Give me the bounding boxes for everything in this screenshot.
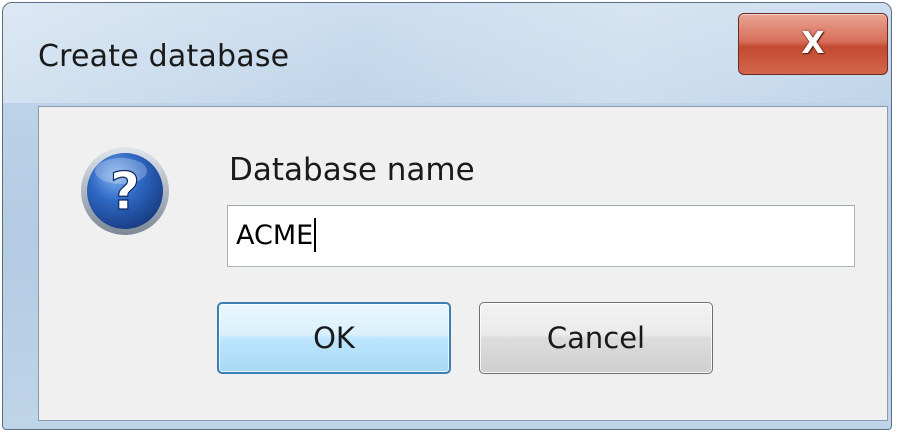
- close-icon: X: [801, 26, 825, 61]
- ok-button-label: OK: [313, 321, 355, 355]
- create-database-dialog: Create database X ? Database name ACME O…: [2, 2, 892, 430]
- question-icon: ?: [81, 147, 169, 235]
- dialog-body: ? Database name ACME OK Cancel: [38, 106, 888, 421]
- database-name-label: Database name: [229, 152, 475, 188]
- title-bar[interactable]: Create database X: [3, 3, 891, 103]
- close-button[interactable]: X: [738, 13, 888, 75]
- svg-text:?: ?: [110, 162, 140, 222]
- database-name-value: ACME: [236, 220, 314, 251]
- database-name-input[interactable]: ACME: [227, 205, 855, 267]
- cancel-button[interactable]: Cancel: [479, 302, 713, 374]
- cancel-button-label: Cancel: [546, 321, 646, 355]
- dialog-title: Create database: [38, 39, 290, 74]
- text-caret: [314, 217, 317, 252]
- ok-button[interactable]: OK: [217, 302, 451, 374]
